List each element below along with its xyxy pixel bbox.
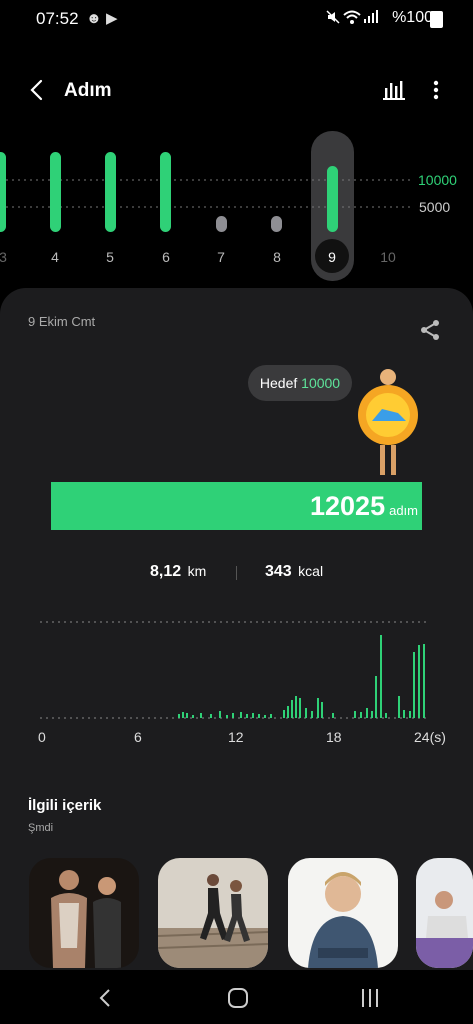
day-label-10[interactable]: 10 — [373, 249, 403, 265]
system-nav-bar — [0, 970, 473, 1024]
x-label-6: 6 — [134, 729, 142, 745]
day-bar-7 — [216, 216, 227, 232]
goal-bubble: Hedef 10000 — [248, 365, 352, 401]
day-label-5[interactable]: 5 — [95, 249, 125, 265]
calories: 343 kcal — [265, 563, 323, 581]
selected-date: 9 Ekim Cmt — [28, 314, 96, 329]
day-label-7[interactable]: 7 — [206, 249, 236, 265]
calories-value: 343 — [265, 563, 292, 580]
nav-home-icon[interactable] — [227, 988, 249, 1008]
day-bar-3 — [0, 152, 6, 232]
day-bar-6 — [160, 152, 171, 232]
day-bar-4 — [50, 152, 61, 232]
mid-line-label: 5000 — [419, 199, 451, 215]
related-thumb-anatomy[interactable] — [29, 858, 139, 968]
steps-total: 12025 adım — [310, 491, 418, 522]
distance-value: 8,12 — [150, 563, 182, 580]
weekly-steps-chart[interactable] — [0, 0, 473, 290]
x-label-18: 18 — [326, 729, 342, 745]
day-label-6[interactable]: 6 — [151, 249, 181, 265]
day-bar-8 — [271, 216, 282, 232]
x-label-24: 24(s) — [414, 729, 446, 745]
day-label-8[interactable]: 8 — [262, 249, 292, 265]
divider — [236, 566, 237, 580]
nav-recents-icon[interactable] — [359, 988, 381, 1008]
related-content-subtitle: Şmdi — [28, 822, 54, 834]
hourly-bars — [178, 635, 425, 718]
related-thumb-exercise[interactable] — [416, 858, 473, 968]
steps-unit: adım — [389, 503, 418, 518]
day-bar-5 — [105, 152, 116, 232]
distance: 8,12 km — [150, 563, 206, 581]
related-thumb-running[interactable] — [158, 858, 268, 968]
day-label-4[interactable]: 4 — [40, 249, 70, 265]
share-icon[interactable] — [419, 319, 441, 341]
x-label-0: 0 — [38, 729, 46, 745]
related-content-title: İlgili içerik — [28, 797, 102, 814]
calories-unit: kcal — [298, 563, 324, 579]
x-label-12: 12 — [228, 729, 244, 745]
goal-value: 10000 — [301, 375, 341, 391]
nav-back-icon[interactable] — [98, 988, 112, 1008]
distance-unit: km — [187, 563, 207, 579]
related-thumb-smiling-man[interactable] — [288, 858, 398, 968]
steps-value: 12025 — [310, 491, 386, 521]
goal-line-label: 10000 — [418, 172, 457, 188]
day-label-9[interactable]: 9 — [317, 249, 347, 265]
mascot-icon — [358, 369, 418, 475]
day-label-3[interactable]: 3 — [0, 249, 18, 265]
goal-label: Hedef — [259, 375, 298, 391]
day-bar-9 — [327, 166, 338, 232]
